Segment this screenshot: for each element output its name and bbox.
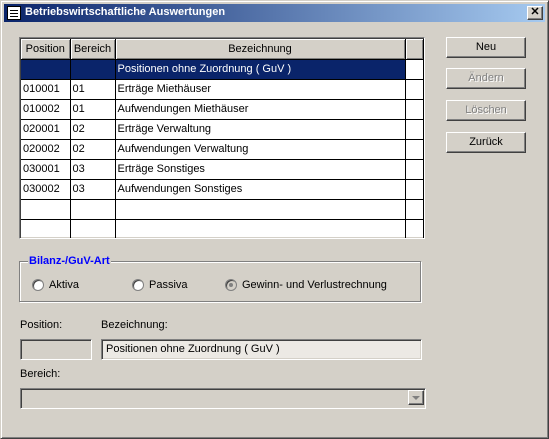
delete-button[interactable]: Löschen [446, 100, 526, 121]
cell-bereich: 03 [70, 159, 116, 180]
cell-bezeichnung [115, 199, 406, 220]
table-row[interactable] [21, 219, 424, 238]
table-row[interactable]: Positionen ohne Zuordnung ( GuV ) [21, 59, 424, 80]
cell-bezeichnung: Aufwendungen Sonstiges [115, 179, 406, 200]
cell-bezeichnung: Erträge Sonstiges [115, 159, 406, 180]
cell-spacer [405, 139, 424, 160]
position-label: Position: [20, 319, 63, 331]
cell-bezeichnung: Positionen ohne Zuordnung ( GuV ) [115, 59, 406, 80]
edit-button[interactable]: Ändern [446, 68, 526, 89]
cell-bereich: 02 [70, 139, 116, 160]
table-row[interactable]: 020002 02 Aufwendungen Verwaltung [21, 139, 424, 160]
bezeichnung-label: Bezeichnung: [101, 319, 168, 331]
cell-spacer [405, 199, 424, 220]
bereich-label: Bereich: [20, 368, 61, 380]
table-row[interactable]: 010001 01 Erträge Miethäuser [21, 79, 424, 100]
cell-bereich [70, 199, 116, 220]
radio-aktiva[interactable] [32, 279, 44, 291]
cell-bereich: 01 [70, 79, 116, 100]
cell-position [21, 219, 71, 238]
cell-position: 010001 [21, 79, 71, 100]
cell-bereich [70, 219, 116, 238]
table-row[interactable]: 030001 03 Erträge Sonstiges [21, 159, 424, 180]
cell-bezeichnung [115, 219, 406, 238]
cell-position [21, 59, 71, 80]
cell-spacer [405, 159, 424, 180]
cell-spacer [405, 179, 424, 200]
radio-passiva[interactable] [132, 279, 144, 291]
cell-position: 030001 [21, 159, 71, 180]
group-title: Bilanz-/GuV-Art [28, 255, 111, 267]
radio-label-passiva[interactable]: Passiva [149, 279, 188, 291]
cell-bezeichnung: Erträge Verwaltung [115, 119, 406, 140]
cell-spacer [405, 99, 424, 120]
cell-bereich [70, 59, 116, 80]
cell-position [21, 199, 71, 220]
app-window: Betriebswirtschaftliche Auswertungen ✕ P… [0, 0, 549, 439]
table-row[interactable]: 010002 01 Aufwendungen Miethäuser [21, 99, 424, 120]
table-header-row: Position Bereich Bezeichnung [21, 39, 424, 60]
column-header-spacer [405, 39, 424, 60]
cell-position: 010002 [21, 99, 71, 120]
new-button[interactable]: Neu [446, 37, 526, 58]
radio-label-guv[interactable]: Gewinn- und Verlustrechnung [242, 279, 387, 291]
app-icon [7, 6, 21, 20]
cell-bereich: 01 [70, 99, 116, 120]
column-header-bereich[interactable]: Bereich [70, 39, 116, 60]
cell-bezeichnung: Aufwendungen Miethäuser [115, 99, 406, 120]
title-bar[interactable]: Betriebswirtschaftliche Auswertungen ✕ [4, 4, 545, 22]
cell-position: 020002 [21, 139, 71, 160]
table-row[interactable]: 020001 02 Erträge Verwaltung [21, 119, 424, 140]
chevron-down-icon[interactable] [408, 390, 424, 405]
column-header-position[interactable]: Position [21, 39, 71, 60]
cell-bezeichnung: Aufwendungen Verwaltung [115, 139, 406, 160]
cell-bereich: 02 [70, 119, 116, 140]
bezeichnung-field[interactable]: Positionen ohne Zuordnung ( GuV ) [101, 339, 422, 360]
cell-position: 030002 [21, 179, 71, 200]
radio-label-aktiva[interactable]: Aktiva [49, 279, 79, 291]
cell-spacer [405, 59, 424, 80]
radio-guv[interactable] [225, 279, 237, 291]
table-row[interactable] [21, 199, 424, 220]
window-title: Betriebswirtschaftliche Auswertungen [25, 6, 226, 18]
bereich-dropdown[interactable] [20, 388, 426, 409]
cell-bereich: 03 [70, 179, 116, 200]
cell-spacer [405, 119, 424, 140]
position-field[interactable] [20, 339, 92, 360]
cell-position: 020001 [21, 119, 71, 140]
positions-grid[interactable]: Position Bereich Bezeichnung Positionen … [19, 37, 425, 239]
close-button[interactable]: ✕ [527, 6, 543, 20]
balance-type-group: Bilanz-/GuV-Art Aktiva Passiva Gewinn- u… [19, 255, 421, 302]
cell-spacer [405, 219, 424, 238]
back-button[interactable]: Zurück [446, 132, 526, 153]
column-header-bezeichnung[interactable]: Bezeichnung [115, 39, 406, 60]
cell-spacer [405, 79, 424, 100]
positions-table: Position Bereich Bezeichnung Positionen … [21, 39, 424, 238]
table-row[interactable]: 030002 03 Aufwendungen Sonstiges [21, 179, 424, 200]
cell-bezeichnung: Erträge Miethäuser [115, 79, 406, 100]
